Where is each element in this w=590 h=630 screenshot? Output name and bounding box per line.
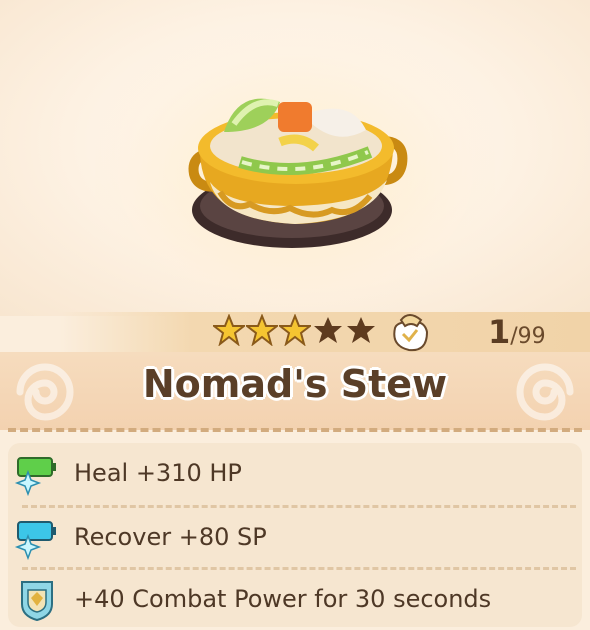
star-filled-icon — [213, 314, 245, 346]
rarity-stars — [213, 314, 377, 346]
effect-text: Recover +80 SP — [74, 523, 267, 551]
combat-power-shield-icon — [21, 581, 53, 622]
owned-count-value: 1 — [488, 313, 511, 351]
effect-row-combat-power: +40 Combat Power for 30 seconds — [8, 569, 582, 629]
effects-panel: Heal +310 HP Recover +80 SP +40 Combat P… — [8, 443, 582, 627]
star-empty-icon — [314, 317, 342, 343]
item-name: Nomad's Stew — [142, 362, 448, 406]
effect-row-heal: Heal +310 HP — [8, 443, 582, 503]
star-filled-icon — [246, 314, 278, 346]
star-filled-icon — [279, 314, 311, 346]
star-empty-icon — [347, 317, 375, 343]
title-divider — [8, 428, 582, 432]
effect-row-recover: Recover +80 SP — [8, 507, 582, 567]
sp-battery-sparkle-icon — [14, 521, 56, 560]
hp-battery-sparkle-icon — [14, 457, 56, 496]
stew-pot-image — [188, 98, 408, 248]
inventory-bag-icon — [393, 314, 429, 352]
owned-count: 1 /99 — [488, 313, 546, 353]
owned-count-max: /99 — [510, 324, 546, 349]
effect-text: +40 Combat Power for 30 seconds — [74, 585, 492, 613]
effect-text: Heal +310 HP — [74, 459, 242, 487]
